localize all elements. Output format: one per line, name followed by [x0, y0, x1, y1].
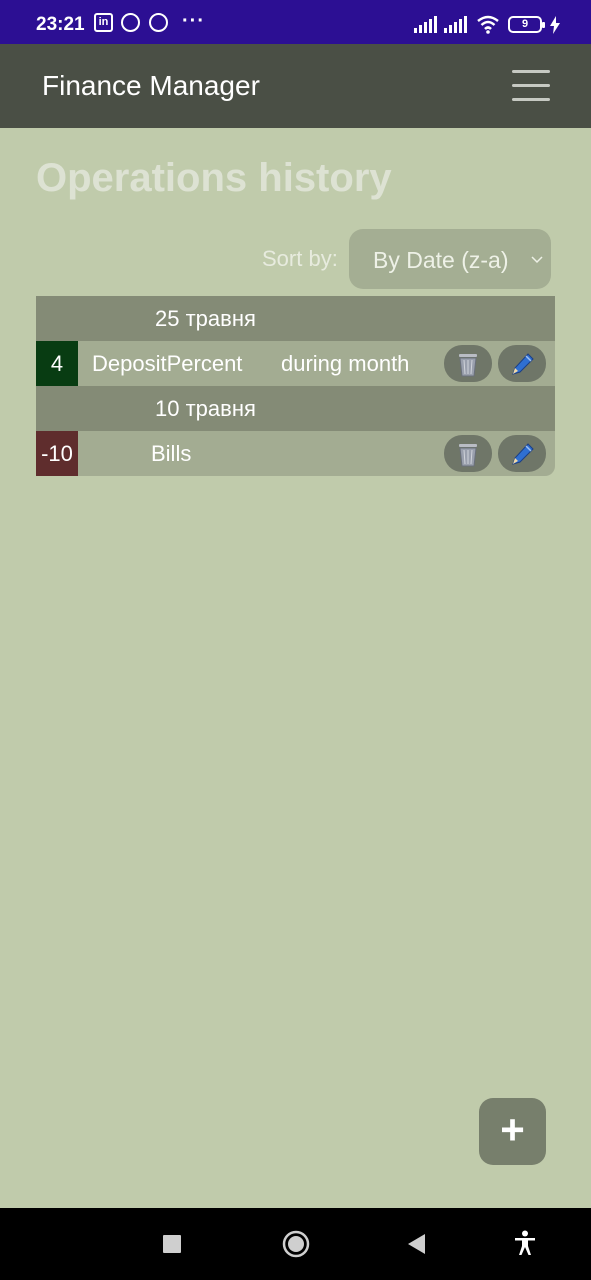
hamburger-menu-button[interactable] — [512, 70, 550, 102]
system-nav-bar — [0, 1208, 591, 1280]
signal-icon — [444, 16, 467, 33]
recent-apps-button[interactable] — [163, 1235, 181, 1253]
page-title: Operations history — [36, 156, 392, 200]
status-time: 23:21 — [36, 14, 85, 35]
signal-icon — [414, 16, 437, 33]
delete-button[interactable] — [444, 345, 492, 382]
home-button[interactable] — [282, 1230, 310, 1258]
edit-button[interactable] — [498, 435, 546, 472]
back-button[interactable] — [406, 1233, 426, 1255]
chevron-down-icon — [531, 256, 543, 264]
sort-label: Sort by: — [262, 246, 338, 271]
operation-comment: during month — [281, 351, 410, 376]
date-header: 25 травня — [36, 296, 555, 341]
trash-icon — [459, 444, 477, 467]
battery-icon: 9 — [508, 16, 545, 33]
add-operation-button[interactable]: + — [479, 1098, 546, 1165]
sort-select[interactable]: By Date (z-a) — [349, 229, 551, 289]
operations-list: 25 травня 4 DepositPercent during month … — [36, 296, 555, 476]
date-label: 10 травня — [155, 396, 256, 421]
operation-amount: -10 — [36, 431, 78, 476]
operation-amount: 4 — [36, 341, 78, 386]
notification-icon — [121, 13, 140, 32]
linkedin-icon: in — [94, 13, 113, 32]
more-notifications-icon: ··· — [182, 10, 205, 32]
menu-line — [512, 84, 550, 87]
charging-icon — [550, 16, 560, 34]
date-header: 10 травня — [36, 386, 555, 431]
edit-button[interactable] — [498, 345, 546, 382]
menu-line — [512, 70, 550, 73]
pencil-icon — [512, 443, 534, 465]
operation-row: 4 DepositPercent during month — [36, 341, 555, 386]
app-title: Finance Manager — [42, 70, 260, 101]
operation-category: DepositPercent — [92, 351, 243, 376]
trash-icon — [459, 354, 477, 377]
status-bar: 23:21 in ··· 9 — [0, 0, 591, 44]
notification-icon — [149, 13, 168, 32]
pencil-icon — [512, 353, 534, 375]
delete-button[interactable] — [444, 435, 492, 472]
operation-row: -10 Bills — [36, 431, 555, 476]
operation-category: Bills — [151, 441, 192, 466]
sort-value: By Date (z-a) — [373, 247, 509, 273]
date-label: 25 травня — [155, 306, 256, 331]
app-bar: Finance Manager — [0, 44, 591, 128]
accessibility-button[interactable] — [514, 1230, 536, 1256]
wifi-icon — [477, 15, 499, 34]
menu-line — [512, 98, 550, 101]
